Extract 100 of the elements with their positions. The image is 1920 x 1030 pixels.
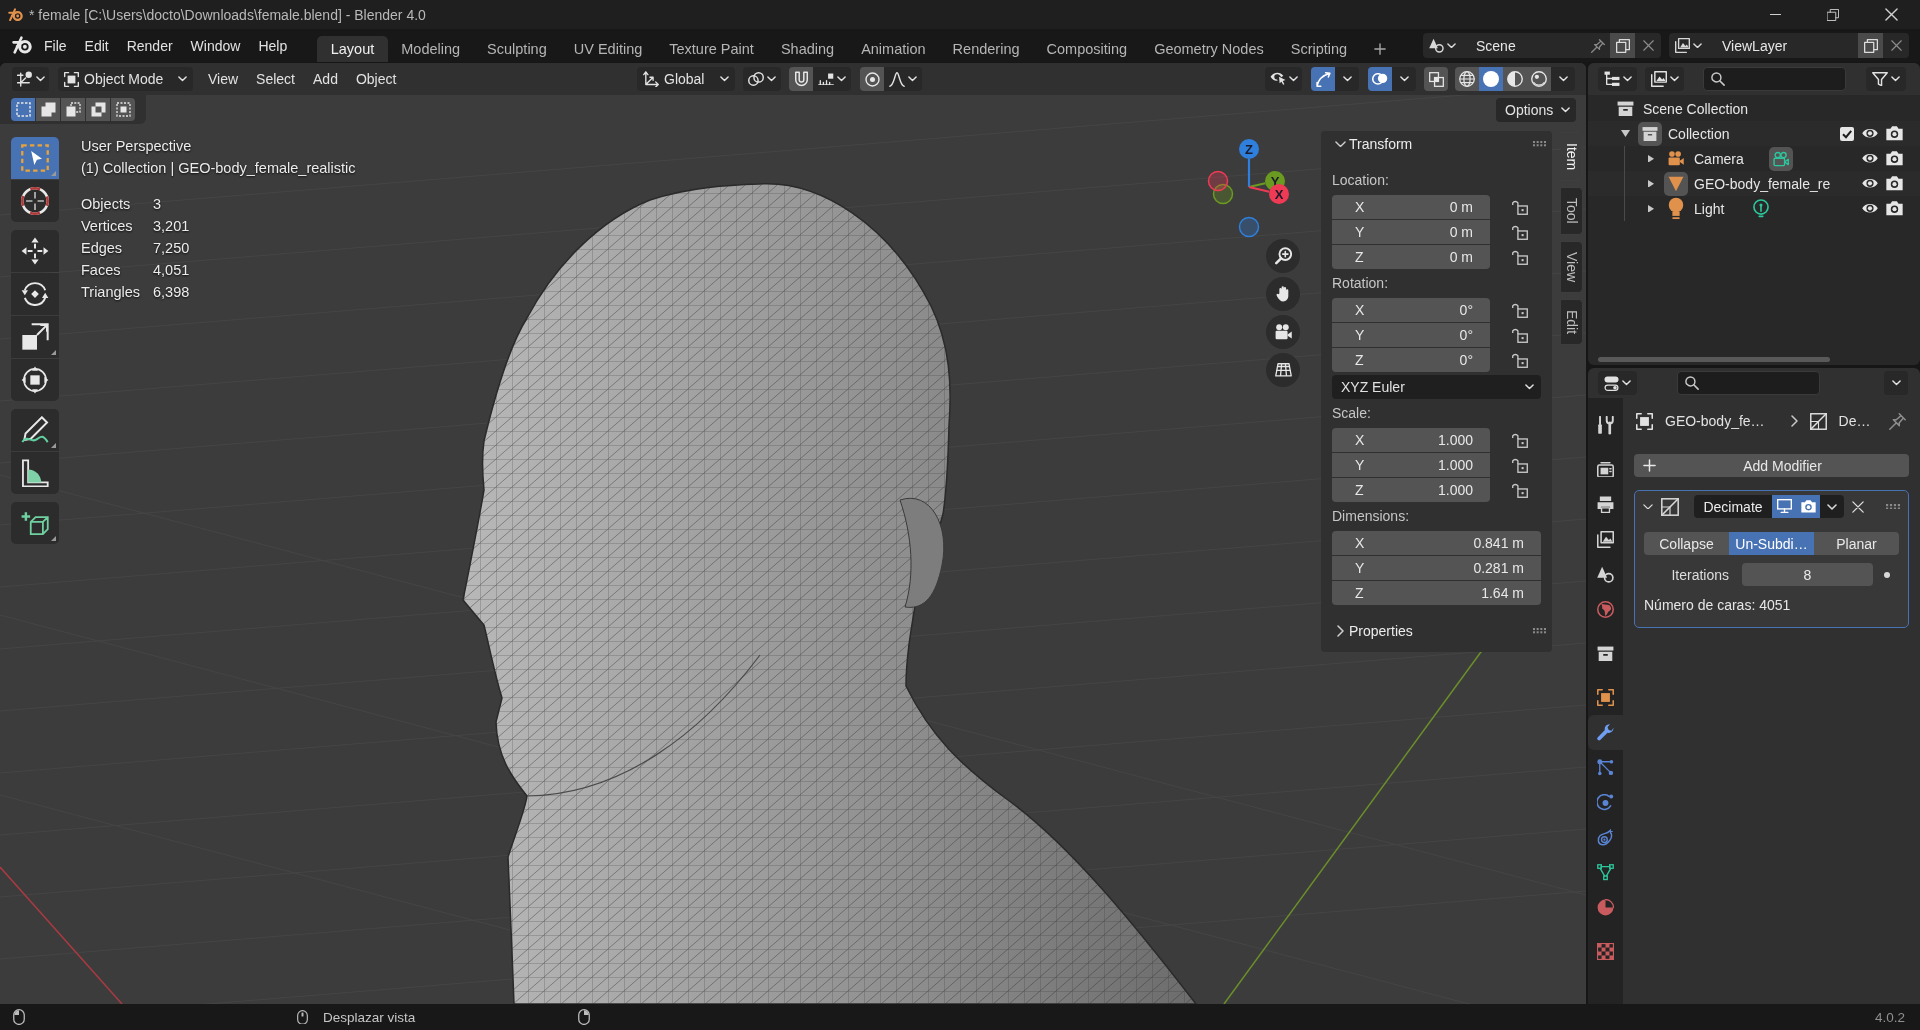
number-field[interactable]: Y 0.281 m [1332, 556, 1541, 580]
new-scene-button[interactable] [1610, 33, 1635, 58]
grip-icon[interactable] [1886, 503, 1900, 510]
new-view-layer-button[interactable] [1858, 33, 1883, 58]
tree-item-label[interactable]: GEO-body_female_re [1694, 175, 1831, 192]
pivot-point-dropdown[interactable] [743, 67, 781, 91]
display-mode-dropdown[interactable] [1598, 67, 1637, 91]
tool-button[interactable] [11, 502, 59, 544]
axis-handle[interactable] [1212, 183, 1234, 205]
snap-target-dropdown[interactable] [813, 67, 851, 91]
tool-button[interactable] [11, 180, 59, 222]
eye-icon[interactable] [1862, 204, 1878, 213]
add-modifier-button[interactable]: Add Modifier [1634, 454, 1909, 477]
camera-icon[interactable] [1886, 176, 1903, 191]
tree-item-label[interactable]: Light [1694, 200, 1725, 217]
proportional-editing-toggle[interactable] [860, 67, 884, 91]
workspace-tab[interactable]: Layout [317, 36, 388, 62]
number-field[interactable]: 8 [1742, 563, 1873, 586]
editor-type-button[interactable] [1598, 371, 1637, 395]
menu-item[interactable]: Window [181, 33, 250, 58]
visibility-dropdown[interactable] [1265, 67, 1302, 91]
tool-button[interactable] [11, 359, 59, 401]
workspace-tab[interactable]: Scripting [1277, 36, 1361, 62]
tool-button[interactable] [11, 230, 59, 272]
camera-icon[interactable] [1886, 201, 1903, 216]
mode-option[interactable]: Planar [1814, 532, 1899, 555]
menu-item[interactable]: Object [346, 66, 406, 92]
disclosure-triangle-icon[interactable] [1648, 204, 1654, 213]
chevron-down-icon[interactable] [1335, 140, 1346, 148]
unlocked-padlock-icon[interactable] [1512, 302, 1528, 318]
shading-mode-button[interactable] [1527, 67, 1551, 91]
panel-title[interactable]: Properties [1349, 623, 1413, 639]
disclosure-triangle-icon[interactable] [1620, 130, 1630, 137]
menu-item[interactable]: File [35, 33, 76, 58]
transform-orientation-dropdown[interactable]: Global [637, 67, 735, 91]
select-mode-button[interactable] [11, 98, 35, 121]
select-mode-button[interactable] [86, 98, 110, 121]
tool-button[interactable] [11, 409, 59, 451]
menu-item[interactable]: Select [247, 66, 304, 92]
shading-mode-button[interactable] [1455, 67, 1479, 91]
workspace-tab[interactable]: UV Editing [560, 36, 656, 62]
axis-handle[interactable] [1207, 170, 1229, 192]
tree-item-label[interactable]: Collection [1668, 125, 1730, 142]
menu-item[interactable]: Edit [75, 33, 118, 58]
tool-button[interactable] [11, 316, 59, 358]
mode-option[interactable]: Un-Subdi… [1729, 532, 1814, 555]
pin-button[interactable] [1586, 33, 1610, 58]
unlocked-padlock-icon[interactable] [1512, 327, 1528, 343]
unlocked-padlock-icon[interactable] [1512, 482, 1528, 498]
eye-icon[interactable] [1862, 179, 1878, 188]
chevron-right-icon[interactable] [1337, 625, 1344, 637]
select-mode-button[interactable] [36, 98, 60, 121]
mode-dropdown[interactable]: Object Mode [58, 67, 193, 91]
view-layer-name-field[interactable]: ViewLayer [1708, 33, 1858, 58]
number-field[interactable]: X 0 m [1332, 195, 1490, 219]
search-field[interactable] [1677, 371, 1820, 395]
unlocked-padlock-icon[interactable] [1512, 352, 1528, 368]
number-field[interactable]: X 1.000 [1332, 428, 1490, 452]
overlays-dropdown[interactable] [1392, 67, 1416, 91]
number-field[interactable]: Z 0 m [1332, 245, 1490, 269]
workspace-tab[interactable]: Modeling [387, 36, 474, 62]
pin-button[interactable] [1889, 412, 1906, 430]
rotation-mode-dropdown[interactable]: XYZ Euler [1332, 375, 1541, 399]
camera-icon[interactable] [1886, 151, 1903, 166]
unlocked-padlock-icon[interactable] [1512, 457, 1528, 473]
number-field[interactable]: X 0.841 m [1332, 531, 1541, 555]
unlink-button[interactable] [1883, 33, 1909, 58]
unlocked-padlock-icon[interactable] [1512, 432, 1528, 448]
camera-icon[interactable] [1886, 126, 1903, 141]
disclosure-triangle-icon[interactable] [1648, 154, 1654, 163]
unlocked-padlock-icon[interactable] [1512, 199, 1528, 215]
checkbox[interactable] [1840, 126, 1854, 141]
shading-mode-button[interactable] [1503, 67, 1527, 91]
eye-icon[interactable] [1862, 154, 1878, 163]
unlocked-padlock-icon[interactable] [1512, 224, 1528, 240]
dot-icon[interactable] [1884, 571, 1890, 578]
options-dropdown[interactable] [1884, 371, 1908, 395]
modifier-name-field[interactable]: Decimate [1694, 495, 1772, 518]
shading-mode-button[interactable] [1479, 67, 1503, 91]
axis-handle[interactable]: X [1269, 184, 1289, 204]
chevron-down-icon[interactable] [1643, 503, 1653, 510]
viewport-display-toggle[interactable] [1772, 495, 1796, 518]
workspace-tab[interactable]: Shading [767, 36, 848, 62]
app-menu-button[interactable] [12, 36, 32, 55]
workspace-tab[interactable]: Animation [847, 36, 940, 62]
tree-item-label[interactable]: Scene Collection [1643, 100, 1749, 117]
falloff-dropdown[interactable] [884, 67, 922, 91]
menu-item[interactable]: Help [249, 33, 297, 58]
view-filter-dropdown[interactable] [1645, 67, 1684, 91]
workspace-tab[interactable]: Rendering [939, 36, 1034, 62]
axis-handle[interactable]: Z [1239, 139, 1259, 159]
menu-item[interactable]: View [199, 66, 248, 92]
gizmo-dropdown[interactable] [1335, 67, 1359, 91]
render-toggle[interactable] [1796, 495, 1820, 518]
tool-button[interactable] [11, 452, 59, 494]
number-field[interactable]: Z 1.64 m [1332, 581, 1541, 605]
xray-toggle[interactable] [1424, 67, 1448, 91]
shading-dropdown[interactable] [1551, 67, 1575, 91]
options-dropdown[interactable]: Options [1496, 98, 1576, 122]
unlink-button[interactable] [1635, 33, 1661, 58]
